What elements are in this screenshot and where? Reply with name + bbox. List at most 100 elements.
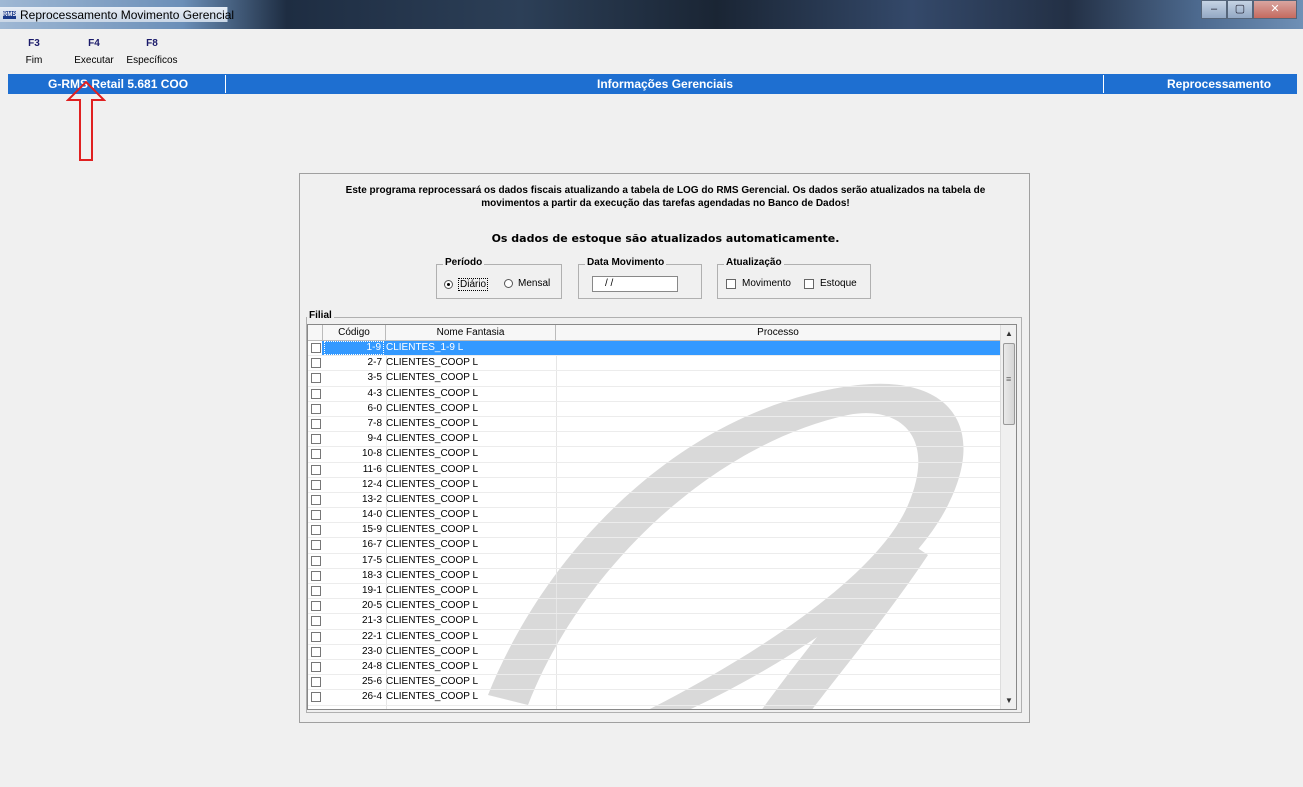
row-checkbox[interactable] [311,343,321,353]
row-checkbox[interactable] [311,464,321,475]
column-codigo[interactable]: Código [323,325,386,341]
row-checkbox[interactable] [311,388,321,399]
row-checkbox[interactable] [311,510,321,521]
table-row[interactable]: 4-3 CLIENTES_COOP L [308,387,1001,402]
row-nome-fantasia: CLIENTES_COOP L [386,569,479,581]
minimize-icon[interactable]: – [1201,0,1227,19]
row-checkbox[interactable] [311,449,321,460]
module-title: Informações Gerenciais [597,77,734,91]
table-row[interactable]: 20-5 CLIENTES_COOP L [308,599,1001,615]
row-nome-fantasia: CLIENTES_COOP L [386,524,479,536]
movimento-checkbox[interactable]: Movimento [726,278,791,289]
window-controls: – ▢ ✕ [1201,0,1297,19]
table-row[interactable]: 18-3 CLIENTES_COOP L [308,569,1001,584]
intro-text: Este programa reprocessará os dados fisc… [300,184,1031,210]
vertical-scrollbar[interactable]: ▲ ▼ [1000,325,1016,709]
row-checkbox[interactable] [311,570,321,581]
row-codigo: 10-8 [361,448,382,460]
executar-button[interactable]: F4 Executar [70,38,118,66]
intro-line: Este programa reprocessará os dados fisc… [345,185,986,196]
row-nome-fantasia: CLIENTES_COOP L [386,463,479,475]
table-row[interactable]: 10-8 CLIENTES_COOP L [308,447,1001,463]
radio-dot-icon [504,279,513,288]
up-arrow-icon [66,80,106,161]
maximize-icon[interactable]: ▢ [1227,0,1253,19]
title-bar: RMS Reprocessamento Movimento Gerencial … [0,0,1303,29]
table-row[interactable]: 13-2 CLIENTES_COOP L [308,493,1001,509]
table-row[interactable]: 1-9 CLIENTES_1-9 L [308,341,1001,357]
row-checkbox[interactable] [311,601,321,612]
row-nome-fantasia: CLIENTES_COOP L [386,433,479,445]
close-icon[interactable]: ✕ [1253,0,1297,19]
table-row[interactable]: 7-8 CLIENTES_COOP L [308,417,1001,433]
row-checkbox[interactable] [311,646,321,657]
row-nome-fantasia: CLIENTES_1-9 L [386,342,464,353]
column-processo[interactable]: Processo [556,325,1001,341]
row-checkbox[interactable] [311,494,321,505]
window-title: Reprocessamento Movimento Gerencial [20,8,235,22]
stock-note: Os dados de estoque são atualizados auto… [491,232,840,245]
row-checkbox[interactable] [311,358,321,369]
table-row[interactable]: 6-0 CLIENTES_COOP L [308,402,1001,417]
table-row[interactable]: 19-1 CLIENTES_COOP L [308,584,1001,600]
row-codigo: 16-7 [361,539,382,551]
group-caption: Filial [307,310,334,321]
table-row[interactable]: 3-5 CLIENTES_COOP L [308,371,1001,387]
checkbox-label: Estoque [820,278,857,289]
table-row[interactable]: 14-0 CLIENTES_COOP L [308,508,1001,524]
table-row[interactable]: 23-0 CLIENTES_COOP L [308,645,1001,660]
estoque-checkbox[interactable]: Estoque [804,278,857,289]
table-row[interactable]: 15-9 CLIENTES_COOP L [308,523,1001,539]
fkey-code: F4 [88,38,100,49]
table-row[interactable]: 25-6 CLIENTES_COOP L [308,675,1001,691]
row-checkbox[interactable] [311,631,321,642]
row-codigo: 11-6 [362,463,382,475]
scroll-up-icon[interactable]: ▲ [1001,325,1016,342]
table-row[interactable]: 24-8 CLIENTES_COOP L [308,660,1001,676]
row-checkbox[interactable] [311,373,321,384]
table-row[interactable]: 22-1 CLIENTES_COOP L [308,630,1001,645]
row-checkbox[interactable] [311,525,321,536]
row-codigo: 17-5 [361,554,382,566]
row-checkbox[interactable] [311,677,321,688]
table-row[interactable]: 21-3 CLIENTES_COOP L [308,614,1001,630]
row-codigo: 13-2 [361,493,382,505]
row-nome-fantasia: CLIENTES_COOP L [386,448,479,460]
row-checkbox[interactable] [311,540,321,551]
table-row[interactable]: 2-7 CLIENTES_COOP L [308,356,1001,372]
row-checkbox[interactable] [311,555,321,566]
filial-grid[interactable]: Código Nome Fantasia Processo 1-9 CLIENTE… [307,324,1017,710]
row-codigo: 4-3 [367,387,382,399]
intro-line: movimentos a partir da execução das tare… [481,198,850,209]
row-codigo: 24-8 [361,660,382,672]
table-row[interactable]: 12-4 CLIENTES_COOP L [308,478,1001,493]
row-checkbox[interactable] [311,479,321,490]
table-row[interactable]: 16-7 CLIENTES_COOP L [308,538,1001,554]
fim-button[interactable]: F3 Fim [22,38,46,66]
row-checkbox[interactable] [311,418,321,429]
data-movimento-input[interactable]: / / [592,276,678,292]
row-nome-fantasia: CLIENTES_COOP L [386,357,479,369]
row-codigo: 19-1 [361,585,382,596]
table-row[interactable]: 11-6 CLIENTES_COOP L [308,463,1001,478]
row-checkbox[interactable] [311,403,321,414]
row-checkbox[interactable] [311,661,321,672]
table-row[interactable]: 9-4 CLIENTES_COOP L [308,432,1001,448]
row-checkbox[interactable] [311,434,321,445]
row-checkbox[interactable] [311,616,321,627]
row-codigo: 14-0 [361,509,382,521]
table-row[interactable]: 26-4 CLIENTES_COOP L [308,690,1001,706]
module-header: G-RMS Retail 5.681 COO Informações Geren… [8,74,1297,94]
row-nome-fantasia: CLIENTES_COOP L [386,539,479,551]
especificos-button[interactable]: F8 Específicos [122,38,182,66]
table-row[interactable]: 17-5 CLIENTES_COOP L [308,554,1001,569]
row-checkbox[interactable] [311,692,321,703]
periodo-diario-radio[interactable]: Diário [444,278,489,291]
checkbox-box [804,278,814,289]
row-checkbox[interactable] [311,586,321,596]
column-nome-fantasia[interactable]: Nome Fantasia [386,325,556,341]
select-all-column[interactable] [308,325,323,341]
periodo-mensal-radio[interactable]: Mensal [504,278,550,289]
scroll-down-icon[interactable]: ▼ [1001,692,1016,709]
scroll-thumb[interactable] [1003,343,1015,425]
